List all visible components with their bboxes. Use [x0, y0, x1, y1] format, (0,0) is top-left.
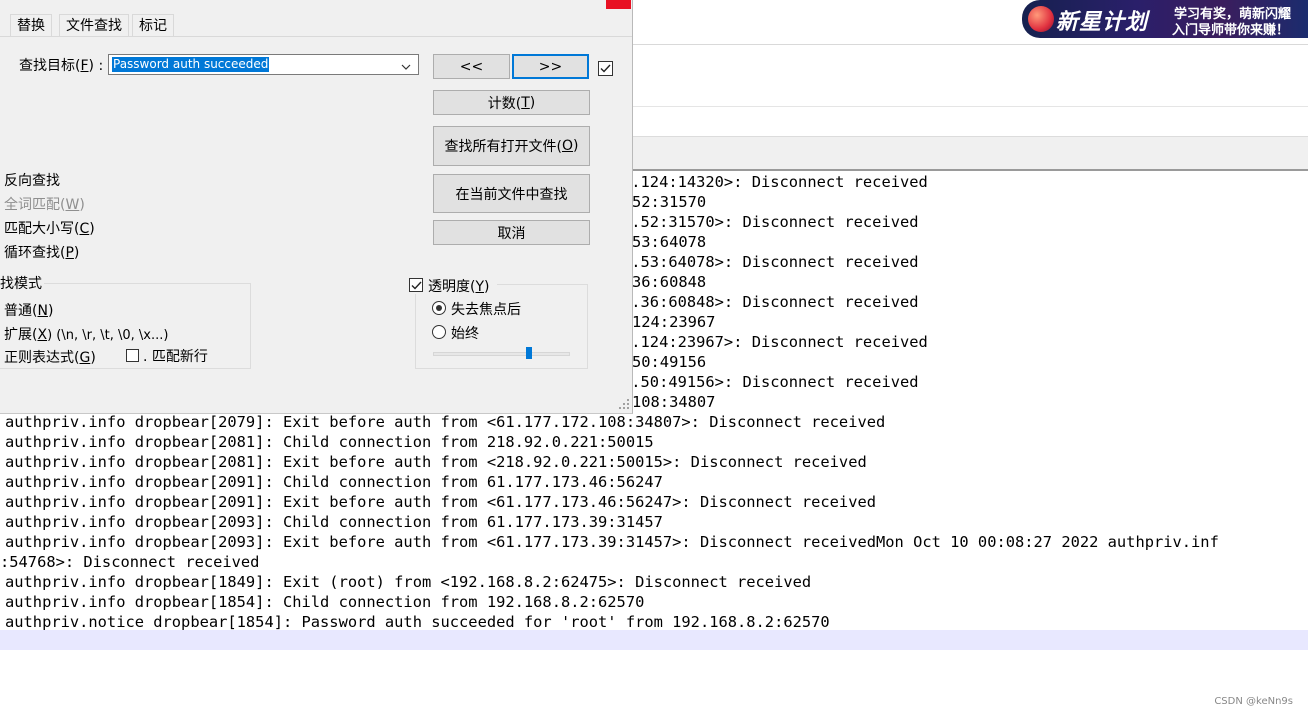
editor-line: 2.124:14320>: Disconnect received: [622, 173, 928, 191]
wrap-around-option[interactable]: 循环查找(P): [4, 242, 79, 262]
match-case-option[interactable]: 匹配大小写(C): [4, 218, 95, 238]
tab-find-in-files[interactable]: 文件查找: [59, 14, 129, 37]
editor-border: [632, 169, 1308, 171]
transparency-always-label: 始终: [451, 326, 479, 342]
search-mode-normal[interactable]: 普通(N): [4, 300, 53, 320]
banner-title: 新星计划: [1056, 10, 1149, 35]
transparency-always-radio[interactable]: [432, 325, 446, 339]
editor-line: authpriv.info dropbear[2093]: Child conn…: [5, 513, 663, 531]
editor-line: 124:23967: [632, 313, 716, 331]
current-line-highlight: [0, 630, 1308, 650]
find-next-button[interactable]: >>: [512, 54, 589, 79]
matches-newline-label: . 匹配新行: [143, 349, 208, 365]
editor-line: authpriv.info dropbear[2081]: Child conn…: [5, 433, 654, 451]
editor-line: authpriv.info dropbear[2079]: Exit befor…: [5, 413, 886, 431]
editor-line: authpriv.notice dropbear[1854]: Password…: [5, 613, 830, 631]
transparency-on-lose-focus-radio[interactable]: [432, 301, 446, 315]
transparency-on-lose-focus-label: 失去焦点后: [451, 302, 521, 318]
editor-line: 52:31570: [632, 193, 707, 211]
search-mode-title: 找模式: [0, 273, 44, 293]
find-prev-button[interactable]: <<: [433, 54, 510, 79]
transparency-label: 透明度(Y): [428, 279, 490, 295]
tab-mark[interactable]: 标记: [132, 14, 174, 37]
editor-line: 3.36:60848>: Disconnect received: [622, 293, 919, 311]
editor-line: 3.52:31570>: Disconnect received: [622, 213, 919, 231]
tabs-divider: [0, 36, 632, 37]
editor-line: authpriv.info dropbear[2091]: Child conn…: [5, 473, 663, 491]
find-what-combobox[interactable]: Password auth succeeded: [108, 54, 419, 75]
resize-grip-icon[interactable]: [618, 398, 630, 410]
editor-line: 36:60848: [632, 273, 707, 291]
search-mode-regex[interactable]: 正则表达式(G): [4, 347, 96, 367]
reverse-direction-option[interactable]: 反向查找: [4, 170, 60, 190]
matches-newline-checkbox[interactable]: [126, 349, 139, 362]
editor-line: authpriv.info dropbear[2091]: Exit befor…: [5, 493, 876, 511]
banner-line2: 入门导师带你来赚！: [1172, 23, 1290, 38]
editor-line: 2.124:23967>: Disconnect received: [622, 333, 928, 351]
divider: [632, 44, 1308, 45]
find-what-value[interactable]: Password auth succeeded: [112, 57, 270, 72]
checkmark-icon: [600, 64, 611, 73]
editor-line: 108:34807: [632, 393, 716, 411]
editor-line: 50:49156: [632, 353, 707, 371]
editor-line: authpriv.info dropbear[1849]: Exit (root…: [5, 573, 812, 591]
cancel-button[interactable]: 取消: [433, 220, 590, 245]
editor-line: authpriv.info dropbear[2093]: Exit befor…: [5, 533, 1219, 551]
two-button-mode-checkbox[interactable]: [598, 61, 613, 76]
editor-line: authpriv.info dropbear[1854]: Child conn…: [5, 593, 645, 611]
find-dialog: 替换 文件查找 标记 查找目标(F) : Password auth succe…: [0, 0, 633, 414]
editor-line: 53:64078: [632, 233, 707, 251]
divider: [632, 106, 1308, 107]
close-button[interactable]: [606, 0, 631, 9]
find-what-label: 查找目标(F) :: [19, 58, 104, 74]
editor-line: authpriv.info dropbear[2081]: Exit befor…: [5, 453, 867, 471]
find-all-open-files-button[interactable]: 查找所有打开文件(O): [433, 126, 590, 166]
editor-tab-strip: [632, 136, 1308, 170]
editor-line: 3.53:64078>: Disconnect received: [622, 253, 919, 271]
search-mode-extended[interactable]: 扩展(X) (\n, \r, \t, \0, \x...): [4, 324, 168, 344]
planet-icon: [1028, 6, 1054, 32]
editor-line: 3.50:49156>: Disconnect received: [622, 373, 919, 391]
dialog-tabs: 替换 文件查找 标记: [0, 0, 632, 37]
checkmark-icon: [411, 281, 422, 290]
tab-replace[interactable]: 替换: [10, 14, 52, 37]
watermark: CSDN @keNn9s: [1214, 696, 1293, 707]
transparency-slider-track[interactable]: [433, 352, 570, 356]
transparency-checkbox[interactable]: [409, 278, 423, 292]
count-button[interactable]: 计数(T): [433, 90, 590, 115]
promo-banner[interactable]: 新星计划 学习有奖，萌新闪耀 入门导师带你来赚！: [1022, 0, 1308, 38]
chevron-down-icon[interactable]: [400, 58, 412, 70]
find-in-current-file-button[interactable]: 在当前文件中查找: [433, 174, 590, 213]
editor-line: :54768>: Disconnect received: [0, 553, 260, 571]
transparency-slider-thumb[interactable]: [525, 347, 532, 359]
whole-word-option[interactable]: 全词匹配(W): [4, 194, 85, 214]
